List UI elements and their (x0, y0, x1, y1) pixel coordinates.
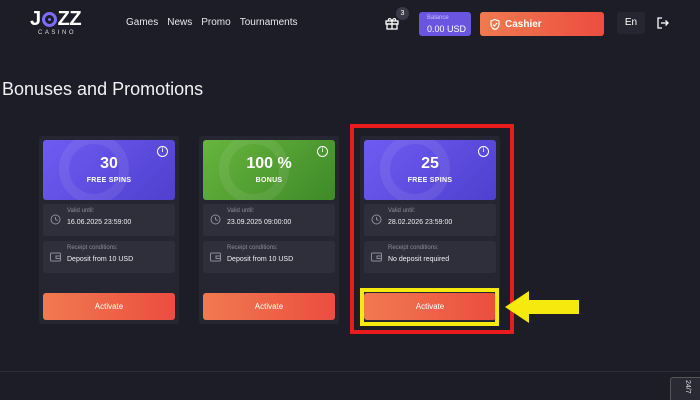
receipt-conditions-box: Receipt conditions: Deposit from 10 USD (203, 241, 335, 273)
logout-icon[interactable] (656, 16, 670, 30)
balance-label: Balance (427, 15, 449, 21)
roulette-wheel-icon (41, 11, 57, 27)
logo-text-right: ZZ (57, 8, 82, 30)
info-icon[interactable]: i (317, 146, 328, 157)
info-icon[interactable]: i (157, 146, 168, 157)
valid-until-label: Valid until: (227, 208, 255, 214)
receipt-conditions-label: Receipt conditions: (227, 245, 278, 251)
balance-value: 0.00 USD (427, 24, 467, 34)
language-selector[interactable]: En (617, 12, 645, 34)
logo-subtitle: CASINO (38, 30, 77, 36)
bonus-banner: 30 FREE SPINS i (43, 140, 175, 200)
nav-tournaments[interactable]: Tournaments (240, 17, 298, 28)
page-title: Bonuses and Promotions (2, 79, 204, 99)
activate-button[interactable]: Activate (43, 293, 175, 320)
support-chat-label: 24/7 (684, 380, 691, 394)
bonus-type: BONUS (255, 177, 283, 184)
shield-check-icon (490, 18, 500, 30)
receipt-conditions-box: Receipt conditions: Deposit from 10 USD (43, 241, 175, 273)
clock-icon (50, 214, 61, 225)
nav-games[interactable]: Games (126, 17, 158, 28)
valid-until-value: 23.09.2025 09:00:00 (227, 219, 292, 226)
balance-widget[interactable]: Balance 0.00 USD (419, 12, 471, 36)
arrow-left-icon (505, 291, 579, 323)
activate-button[interactable]: Activate (203, 293, 335, 320)
bonus-type: FREE SPINS (86, 177, 132, 184)
valid-until-label: Valid until: (67, 208, 95, 214)
bonus-banner: 100 % BONUS i (203, 140, 335, 200)
cashier-label: Cashier (505, 18, 542, 30)
bonus-card: 30 FREE SPINS i Valid until: 16.06.2025 … (39, 136, 179, 324)
receipt-conditions-value: Deposit from 10 USD (67, 256, 134, 263)
valid-until-value: 16.06.2025 23:59:00 (67, 219, 132, 226)
gift-icon[interactable] (385, 16, 399, 30)
cashier-button[interactable]: Cashier (480, 12, 604, 36)
footer-divider (0, 371, 700, 372)
clock-icon (210, 214, 221, 225)
logo-text-left: J (30, 8, 41, 30)
wallet-icon (50, 252, 61, 262)
receipt-conditions-value: Deposit from 10 USD (227, 256, 294, 263)
main-nav: Games News Promo Tournaments (126, 17, 298, 28)
nav-promo[interactable]: Promo (201, 17, 230, 28)
bonus-card: 100 % BONUS i Valid until: 23.09.2025 09… (199, 136, 339, 324)
valid-until-box: Valid until: 16.06.2025 23:59:00 (43, 204, 175, 236)
highlight-frame-yellow (360, 288, 499, 326)
bonus-amount: 100 % (246, 155, 292, 172)
valid-until-box: Valid until: 23.09.2025 09:00:00 (203, 204, 335, 236)
receipt-conditions-label: Receipt conditions: (67, 245, 118, 251)
support-chat-tab[interactable]: 24/7 (670, 377, 700, 400)
bonus-amount: 30 (100, 155, 118, 172)
wallet-icon (210, 252, 221, 262)
gift-count-badge: 3 (396, 7, 409, 20)
nav-news[interactable]: News (167, 17, 192, 28)
jozz-casino-logo[interactable]: J ZZ CASINO (30, 9, 88, 39)
